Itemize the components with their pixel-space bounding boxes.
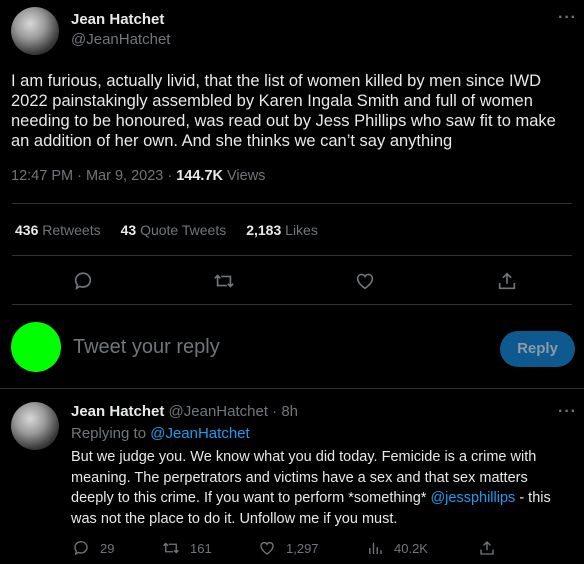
author-handle[interactable]: @JeanHatchet (71, 31, 170, 48)
reply-retweets-action[interactable]: 161 (162, 539, 212, 557)
reply-replies-count: 29 (100, 540, 115, 556)
reply-author-avatar[interactable] (11, 402, 59, 450)
views-count: 144.7K (176, 168, 223, 184)
reply-retweets-count: 161 (190, 540, 212, 556)
reply-age[interactable]: · 8h (272, 403, 298, 420)
quotes-stat[interactable]: 43 Quote Tweets (121, 222, 227, 238)
reply-likes-count: 1,297 (286, 540, 319, 556)
retweets-stat[interactable]: 436 Retweets (15, 222, 101, 238)
reply-author-name[interactable]: Jean Hatchet (71, 403, 164, 420)
reply-text: But we judge you. We know what you did t… (71, 449, 551, 527)
mention-link[interactable]: @jessphillips (430, 490, 515, 506)
author-name[interactable]: Jean Hatchet (71, 11, 164, 28)
tweet-stats: 436 Retweets 43 Quote Tweets 2,183 Likes (15, 222, 318, 238)
reply-input[interactable]: Tweet your reply (73, 336, 220, 359)
reply-header: Jean Hatchet @JeanHatchet · 8h (71, 403, 298, 420)
divider (12, 203, 572, 204)
reply-views-action[interactable]: 40.2K (366, 539, 428, 557)
divider (0, 388, 584, 389)
tweet-meta: 12:47 PM · Mar 9, 2023 · 144.7K Views (11, 168, 265, 184)
reply-icon (74, 541, 88, 556)
replying-to-link[interactable]: @JeanHatchet (150, 425, 249, 442)
tweet-text: I am furious, actually livid, that the l… (11, 72, 556, 150)
retweet-icon (163, 542, 179, 554)
views-icon (369, 542, 382, 554)
retweet-icon[interactable] (213, 270, 235, 292)
reply-share-action[interactable] (478, 539, 496, 557)
reply-likes-action[interactable]: 1,297 (258, 539, 319, 557)
author-avatar[interactable] (11, 7, 59, 55)
reply-icon[interactable] (72, 270, 94, 292)
composer-avatar[interactable] (11, 322, 61, 372)
reply-button[interactable]: Reply (500, 331, 575, 367)
reply-replies-action[interactable]: 29 (72, 539, 114, 557)
like-icon (260, 542, 274, 555)
replying-to: Replying to @JeanHatchet (71, 425, 250, 442)
share-icon (480, 541, 494, 555)
divider (12, 304, 572, 305)
reply-views-count: 40.2K (394, 540, 428, 556)
reply-author-handle[interactable]: @JeanHatchet (169, 403, 268, 420)
like-icon[interactable] (354, 270, 376, 292)
likes-stat[interactable]: 2,183 Likes (246, 222, 318, 238)
views-label: Views (222, 168, 266, 184)
share-icon[interactable] (496, 270, 518, 292)
divider (12, 255, 572, 256)
tweet-time[interactable]: 12:47 PM · Mar 9, 2023 · (11, 168, 176, 184)
reply-more-options-icon[interactable]: ··· (558, 403, 577, 421)
more-options-icon[interactable]: ··· (558, 9, 577, 27)
